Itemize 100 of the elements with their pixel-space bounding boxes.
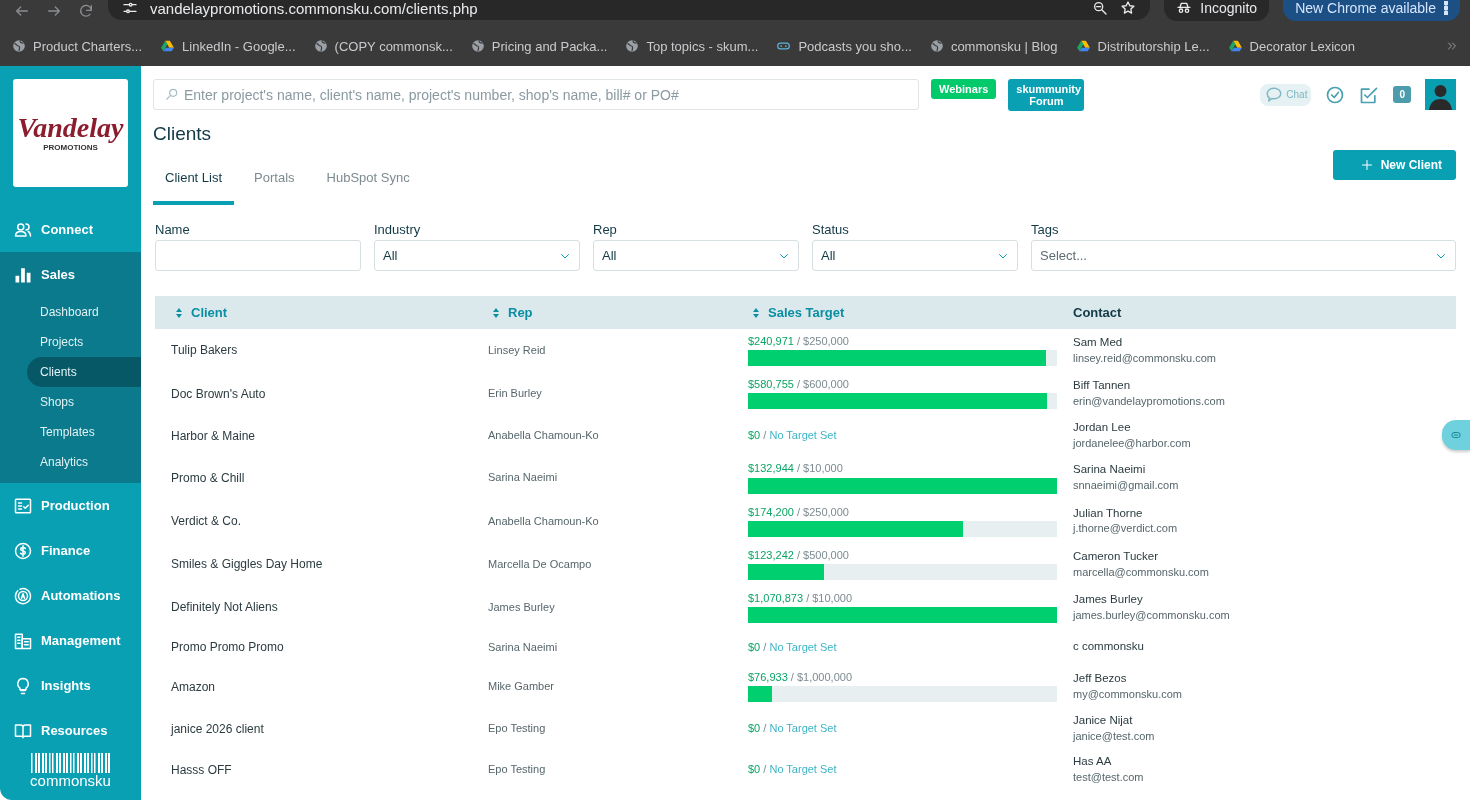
client-name[interactable]: Tulip Bakers: [171, 343, 238, 358]
client-name[interactable]: janice 2026 client: [171, 721, 264, 736]
filter-dropdown[interactable]: Select...: [1031, 240, 1456, 271]
client-name[interactable]: Smiles & Giggles Day Home: [171, 557, 323, 572]
filter-dropdown[interactable]: All: [374, 240, 580, 271]
site-settings-icon: [122, 0, 138, 16]
rep-name: James Burley: [488, 600, 555, 613]
sales-amount: $0 / No Target Set: [748, 640, 837, 653]
search-field[interactable]: Enter project's name, client's name, project's number, shop's name, bill# or PO#: [153, 79, 919, 110]
side-panel-handle[interactable]: [1442, 420, 1470, 450]
zoom-icon: [1092, 0, 1109, 16]
contact-name: Janice Nijat: [1073, 714, 1134, 729]
contact-name: Cameron Tucker: [1073, 549, 1159, 564]
nav-subitem[interactable]: Dashboard: [27, 297, 141, 327]
people-icon: [13, 220, 33, 239]
bookmark[interactable]: (COPY commonsk...: [313, 38, 453, 54]
contact-name: Has AA: [1073, 755, 1113, 770]
client-name[interactable]: Promo Promo Promo: [171, 639, 284, 654]
nav-item[interactable]: Sales: [0, 252, 141, 297]
bookmark[interactable]: Decorator Lexicon: [1227, 38, 1356, 54]
client-name[interactable]: Verdict & Co.: [171, 513, 242, 528]
client-name[interactable]: Doc Brown's Auto: [171, 386, 266, 401]
bookmark[interactable]: Top topics - skum...: [625, 38, 759, 54]
brand-wordmark: commonsku: [30, 773, 111, 788]
bookmark[interactable]: commonsku | Blog: [929, 38, 1058, 54]
globe-icon: [470, 39, 485, 53]
nav-subitem[interactable]: Analytics: [27, 447, 141, 477]
globe-icon: [929, 39, 944, 53]
contact-email: james.burley@commonsku.com: [1073, 608, 1231, 622]
url-text: vandelaypromotions.commonsku.com/clients.php: [150, 0, 479, 17]
client-name[interactable]: Harbor & Maine: [171, 428, 256, 443]
drive-icon: [1227, 39, 1243, 53]
contact-name: Jordan Lee: [1073, 421, 1132, 436]
page-title: Clients: [153, 123, 213, 145]
name-field[interactable]: [155, 240, 361, 271]
filter-dropdown[interactable]: All: [812, 240, 1018, 271]
filter-label: Tags: [1031, 222, 1060, 237]
sales-amount: $0 / No Target Set: [748, 429, 837, 442]
bar-chart-icon: [13, 265, 33, 284]
book-icon: [13, 721, 33, 740]
chevron-double-icon: [1446, 40, 1458, 52]
bookmark[interactable]: Podcasts you sho...: [776, 38, 912, 54]
update-button[interactable]: New Chrome available: [1283, 0, 1460, 21]
globe-icon: [313, 39, 328, 53]
rep-name: Anabella Chamoun-Ko: [488, 514, 599, 527]
kebab-icon: [1444, 1, 1448, 15]
globe-icon: [625, 39, 640, 53]
contact-name: Biff Tannen: [1073, 379, 1132, 394]
building-icon: [13, 631, 33, 650]
automation-icon: [13, 586, 33, 605]
checklist-icon: [13, 496, 33, 515]
contact-name: Sarina Naeimi: [1073, 463, 1147, 478]
bookmark[interactable]: Pricing and Packa...: [470, 38, 608, 54]
profile-label: Incognito: [1200, 0, 1258, 16]
client-name[interactable]: Amazon: [171, 679, 216, 694]
forward-icon: [46, 3, 62, 19]
nav-subitem[interactable]: Clients: [27, 357, 141, 387]
rep-name: Epo Testing: [488, 763, 546, 776]
client-name[interactable]: Definitely Not Aliens: [171, 600, 278, 615]
rep-name: Sarina Naeimi: [488, 471, 558, 484]
tab[interactable]: HubSpot Sync: [314, 159, 422, 205]
sort-icon: [175, 306, 183, 319]
filter-label: Status: [812, 222, 850, 237]
bookmark[interactable]: Product Charters...: [12, 38, 143, 54]
filter-dropdown[interactable]: All: [593, 240, 799, 271]
barcode-icon: [29, 753, 112, 773]
contact-name: c commonsku: [1073, 640, 1145, 654]
sales-amount: $580,755 / $600,000: [748, 378, 849, 391]
tab[interactable]: Portals: [242, 159, 307, 205]
sales-amount: $0 / No Target Set: [748, 763, 837, 776]
nav-subitem[interactable]: Shops: [27, 387, 141, 417]
rep-name: Epo Testing: [488, 722, 546, 735]
bookmark[interactable]: LinkedIn - Google...: [160, 38, 296, 54]
nav-subitem[interactable]: Templates: [27, 417, 141, 447]
star-icon: [1120, 0, 1137, 16]
contact-name: Julian Thorne: [1073, 506, 1144, 521]
client-name[interactable]: Promo & Chill: [171, 470, 245, 485]
reload-icon: [78, 3, 94, 19]
rep-name: Mike Gamber: [488, 680, 555, 693]
bookmark[interactable]: Distributorship Le...: [1075, 38, 1210, 54]
contact-email: jordanelee@harbor.com: [1073, 437, 1192, 451]
filter-label: Industry: [374, 222, 422, 237]
rep-name: Marcella De Ocampo: [488, 557, 592, 570]
client-name[interactable]: Hasss OFF: [171, 762, 232, 777]
address-bar[interactable]: vandelaypromotions.commonsku.com/clients.php: [108, 0, 1151, 20]
sales-amount: $76,933 / $1,000,000: [748, 671, 852, 684]
sales-amount: $0 / No Target Set: [748, 722, 837, 735]
dollar-circle-icon: [13, 541, 33, 560]
tab[interactable]: Client List: [153, 159, 235, 205]
nav-subitem[interactable]: Projects: [27, 327, 141, 357]
rep-name: Linsey Reid: [488, 344, 546, 356]
globe-icon: [12, 39, 26, 53]
edit-checkbox-icon: [1359, 84, 1380, 105]
contact-name: James Burley: [1073, 593, 1144, 607]
incognito-indicator[interactable]: Incognito: [1164, 0, 1270, 21]
contact-email: snnaeimi@gmail.com: [1073, 479, 1180, 493]
rep-name: Sarina Naeimi: [488, 640, 558, 653]
sales-amount: $132,944 / $10,000: [748, 462, 843, 475]
logo-subtitle: PROMOTIONS: [43, 143, 98, 152]
contact-email: marcella@commonsku.com: [1073, 565, 1210, 579]
